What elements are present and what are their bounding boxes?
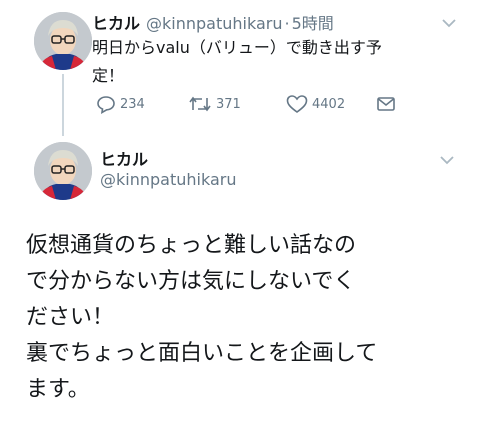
display-name[interactable]: ヒカル (92, 14, 140, 33)
tweet-text-line: ださい！ (26, 305, 115, 330)
tweet-text-line: 定！ (92, 66, 125, 85)
tweet-text-line: 仮想通貨のちょっと難しい話なの (26, 233, 357, 258)
retweet-button[interactable]: 371 (188, 92, 241, 116)
retweet-icon (188, 94, 216, 114)
envelope-icon (376, 95, 400, 113)
tweet-text: 仮想通貨のちょっと難しい話なの で分からない方は気にしないでく ださい！ 裏でち… (26, 228, 470, 408)
handle[interactable]: @kinnpatuhikaru (100, 170, 236, 189)
separator-dot: · (284, 14, 290, 33)
tweet-first[interactable]: ヒカル @kinnpatuhikaru · 5時間 明日からvalu（バリュー）で動き… (0, 0, 480, 136)
tweet-text-line: 裏でちょっと面白いことを企画して (26, 341, 378, 366)
handle[interactable]: @kinnpatuhikaru (146, 14, 282, 33)
timestamp[interactable]: 5時間 (292, 14, 334, 33)
display-name[interactable]: ヒカル (100, 150, 148, 169)
retweet-count: 371 (216, 96, 241, 112)
heart-icon (286, 94, 312, 114)
like-count: 4402 (312, 96, 346, 112)
thread-line (62, 74, 64, 136)
tweet-text: 明日からvalu（バリュー）で動き出す予 定！ (92, 34, 462, 90)
avatar[interactable] (34, 12, 92, 70)
tweet-actions: 234 371 4402 (92, 92, 412, 116)
tweet-text-line: ます。 (26, 377, 90, 402)
dm-button[interactable] (376, 92, 400, 116)
reply-icon (96, 94, 120, 114)
tweet-header: ヒカル (100, 146, 148, 170)
tweet-text-line: 明日からvalu（バリュー）で動き出す予 (92, 38, 382, 57)
chevron-down-icon[interactable] (442, 18, 456, 28)
reply-button[interactable]: 234 (96, 92, 145, 116)
avatar[interactable] (34, 142, 92, 200)
tweet-header: ヒカル @kinnpatuhikaru · 5時間 (92, 10, 334, 34)
reply-count: 234 (120, 96, 145, 112)
like-button[interactable]: 4402 (286, 92, 345, 116)
tweet-text-line: で分からない方は気にしないでく (26, 269, 356, 294)
chevron-down-icon[interactable] (440, 155, 454, 165)
